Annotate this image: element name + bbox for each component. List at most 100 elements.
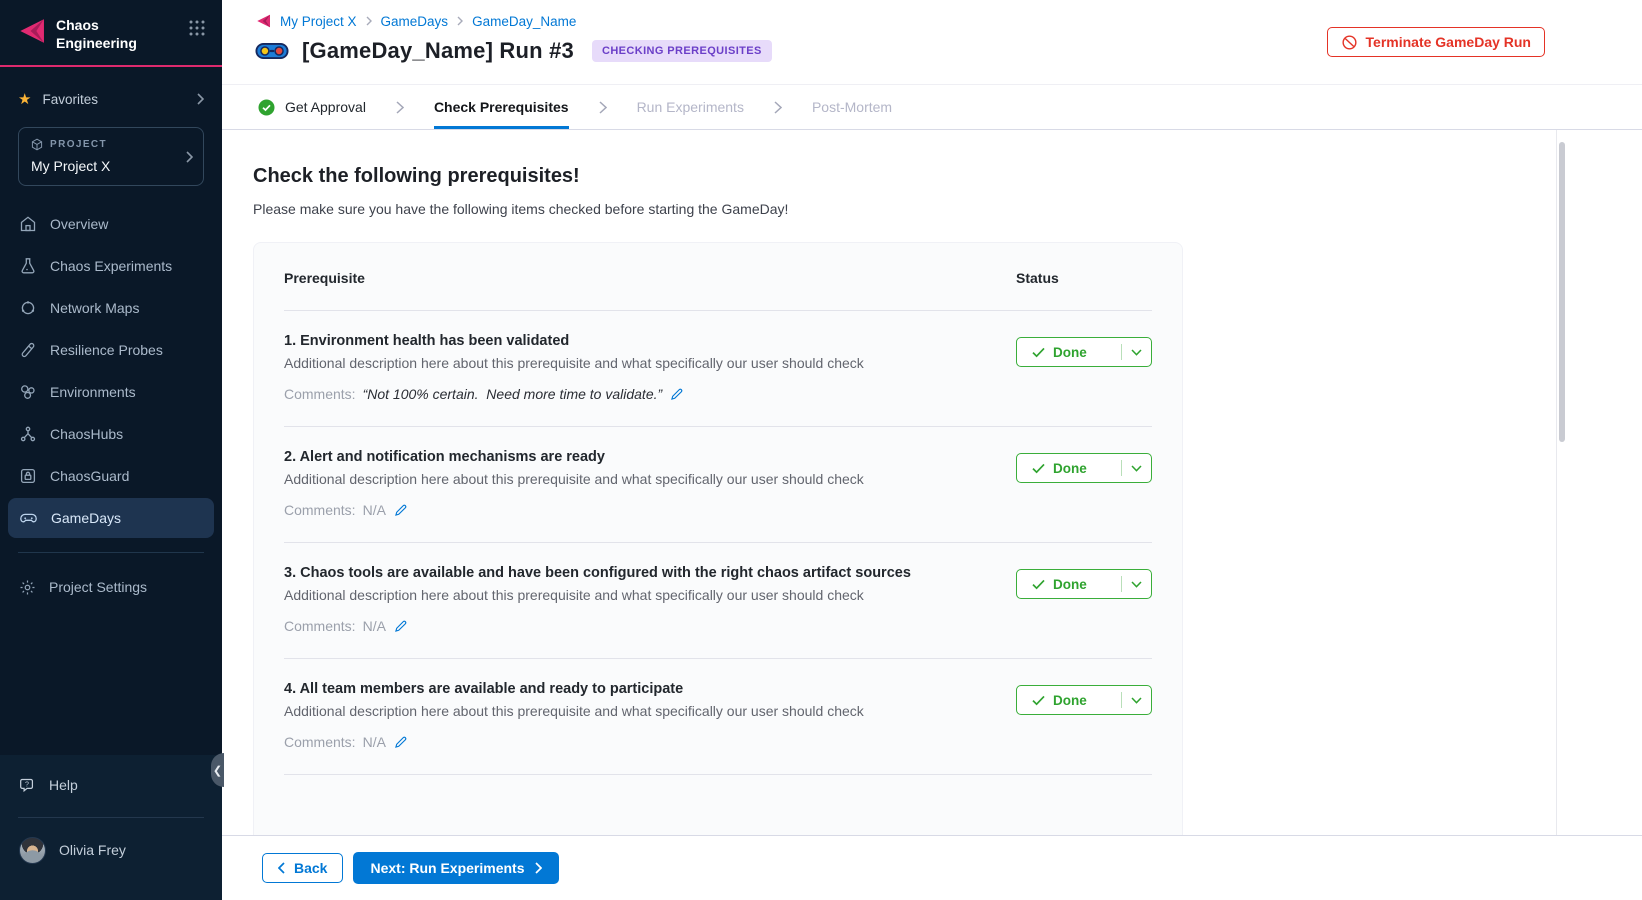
- brand-accent-divider: [0, 65, 222, 67]
- check-icon: [1032, 579, 1045, 590]
- sidebar-nav: Overview Chaos Experiments Network Map: [0, 204, 222, 538]
- project-label: PROJECT: [50, 139, 107, 150]
- column-status: Status: [1016, 270, 1152, 286]
- sidebar-item-chaoshubs[interactable]: ChaosHubs: [8, 414, 214, 454]
- main-area: My Project X GameDays GameDay_Name [Game…: [222, 0, 1642, 900]
- probe-icon: [19, 341, 37, 359]
- sidebar-item-gamedays[interactable]: GameDays: [8, 498, 214, 538]
- sidebar-item-label: ChaosHubs: [50, 426, 123, 442]
- edit-pencil-icon[interactable]: [394, 619, 408, 633]
- edit-pencil-icon[interactable]: [394, 735, 408, 749]
- sidebar-item-environments[interactable]: Environments: [8, 372, 214, 412]
- prerequisite-description: Additional description here about this p…: [284, 355, 976, 371]
- status-done-button[interactable]: Done: [1016, 685, 1152, 715]
- sidebar-item-chaos-experiments[interactable]: Chaos Experiments: [8, 246, 214, 286]
- prerequisites-card: Prerequisite Status 1. Environment healt…: [253, 242, 1183, 835]
- page-title: [GameDay_Name] Run #3: [302, 38, 574, 64]
- chevron-right-icon: [186, 151, 193, 163]
- table-row: 4. All team members are available and re…: [284, 659, 1152, 775]
- edit-pencil-icon[interactable]: [394, 503, 408, 517]
- star-icon: ★: [18, 92, 31, 107]
- environments-icon: [19, 383, 37, 401]
- comments-label: Comments:: [284, 386, 356, 402]
- step-check-prerequisites[interactable]: Check Prerequisites: [434, 85, 569, 129]
- sidebar-item-label: Network Maps: [50, 300, 139, 316]
- chevron-right-icon: [774, 85, 782, 129]
- column-prerequisite: Prerequisite: [284, 270, 1016, 286]
- chevron-right-icon: [366, 16, 372, 26]
- chevron-down-icon[interactable]: [1122, 697, 1151, 704]
- chevron-right-icon: [197, 93, 204, 105]
- step-post-mortem[interactable]: Post-Mortem: [812, 85, 892, 129]
- gamepad-color-icon: [255, 39, 289, 63]
- status-done-button[interactable]: Done: [1016, 337, 1152, 367]
- project-selector[interactable]: PROJECT My Project X: [18, 127, 204, 186]
- prerequisite-description: Additional description here about this p…: [284, 587, 976, 603]
- step-get-approval[interactable]: Get Approval: [258, 85, 366, 129]
- gear-icon: [19, 579, 36, 596]
- sidebar-item-label: ChaosGuard: [50, 468, 129, 484]
- sidebar-collapse-handle[interactable]: ❮: [211, 753, 224, 787]
- content-heading: Check the following prerequisites!: [253, 165, 1642, 188]
- content-scroll-area: Check the following prerequisites! Pleas…: [222, 130, 1642, 835]
- help-item[interactable]: ? Help: [0, 767, 222, 803]
- avatar: [19, 837, 46, 864]
- sidebar-item-label: Chaos Experiments: [50, 258, 172, 274]
- content-subheading: Please make sure you have the following …: [253, 201, 1642, 217]
- check-icon: [1032, 695, 1045, 706]
- status-done-button[interactable]: Done: [1016, 569, 1152, 599]
- sidebar-item-network-maps[interactable]: Network Maps: [8, 288, 214, 328]
- sidebar-item-label: Environments: [50, 384, 136, 400]
- prerequisite-title: 2. Alert and notification mechanisms are…: [284, 449, 976, 465]
- prerequisite-title: 3. Chaos tools are available and have be…: [284, 565, 976, 581]
- sidebar-divider: [18, 817, 204, 818]
- step-run-experiments[interactable]: Run Experiments: [637, 85, 744, 129]
- project-name: My Project X: [31, 158, 191, 174]
- status-done-button[interactable]: Done: [1016, 453, 1152, 483]
- help-chat-icon: ?: [19, 777, 36, 794]
- prerequisite-description: Additional description here about this p…: [284, 703, 976, 719]
- scrollbar-thumb[interactable]: [1559, 142, 1565, 442]
- chevron-down-icon[interactable]: [1122, 349, 1151, 356]
- wizard-footer: Back Next: Run Experiments: [222, 835, 1642, 900]
- check-circle-icon: [258, 99, 275, 116]
- breadcrumb-project[interactable]: My Project X: [280, 14, 357, 29]
- brand-title: Chaos Engineering: [56, 16, 137, 52]
- chevron-down-icon[interactable]: [1122, 581, 1151, 588]
- sidebar-item-chaosguard[interactable]: ChaosGuard: [8, 456, 214, 496]
- help-label: Help: [49, 777, 78, 793]
- table-row: 2. Alert and notification mechanisms are…: [284, 427, 1152, 543]
- hub-icon: [19, 425, 37, 443]
- sidebar-item-overview[interactable]: Overview: [8, 204, 214, 244]
- back-button[interactable]: Back: [262, 853, 343, 883]
- chaos-logo-icon: [16, 16, 46, 46]
- sidebar-item-project-settings[interactable]: Project Settings: [8, 567, 214, 607]
- gamepad-icon: [19, 509, 38, 527]
- home-icon: [19, 215, 37, 233]
- scrollbar-track: [1556, 130, 1557, 835]
- terminate-gameday-button[interactable]: Terminate GameDay Run: [1327, 27, 1545, 57]
- comments-value: N/A: [363, 734, 386, 750]
- run-stepper: Get Approval Check Prerequisites Run Exp…: [222, 84, 1642, 130]
- comments-label: Comments:: [284, 502, 356, 518]
- favorites-item[interactable]: ★ Favorites: [0, 87, 222, 111]
- check-icon: [1032, 463, 1045, 474]
- edit-pencil-icon[interactable]: [670, 387, 684, 401]
- chevron-right-icon: [457, 16, 463, 26]
- breadcrumb-gameday-name[interactable]: GameDay_Name: [472, 14, 576, 29]
- chevron-down-icon[interactable]: [1122, 465, 1151, 472]
- comments-label: Comments:: [284, 734, 356, 750]
- brand: Chaos Engineering: [16, 16, 206, 52]
- sidebar-bottom-section: ? Help Olivia Frey: [0, 755, 222, 900]
- sidebar: Chaos Engineering ★ Favorites: [0, 0, 222, 900]
- breadcrumb-gamedays[interactable]: GameDays: [381, 14, 449, 29]
- favorites-label: Favorites: [42, 92, 98, 107]
- sidebar-item-resilience-probes[interactable]: Resilience Probes: [8, 330, 214, 370]
- shield-lock-icon: [19, 467, 37, 485]
- module-grid-icon[interactable]: [188, 19, 206, 37]
- chevron-right-icon: [396, 85, 404, 129]
- chaos-logo-icon: [255, 13, 271, 29]
- prohibit-icon: [1341, 34, 1358, 51]
- next-run-experiments-button[interactable]: Next: Run Experiments: [353, 852, 558, 884]
- user-profile-item[interactable]: Olivia Frey: [0, 828, 222, 872]
